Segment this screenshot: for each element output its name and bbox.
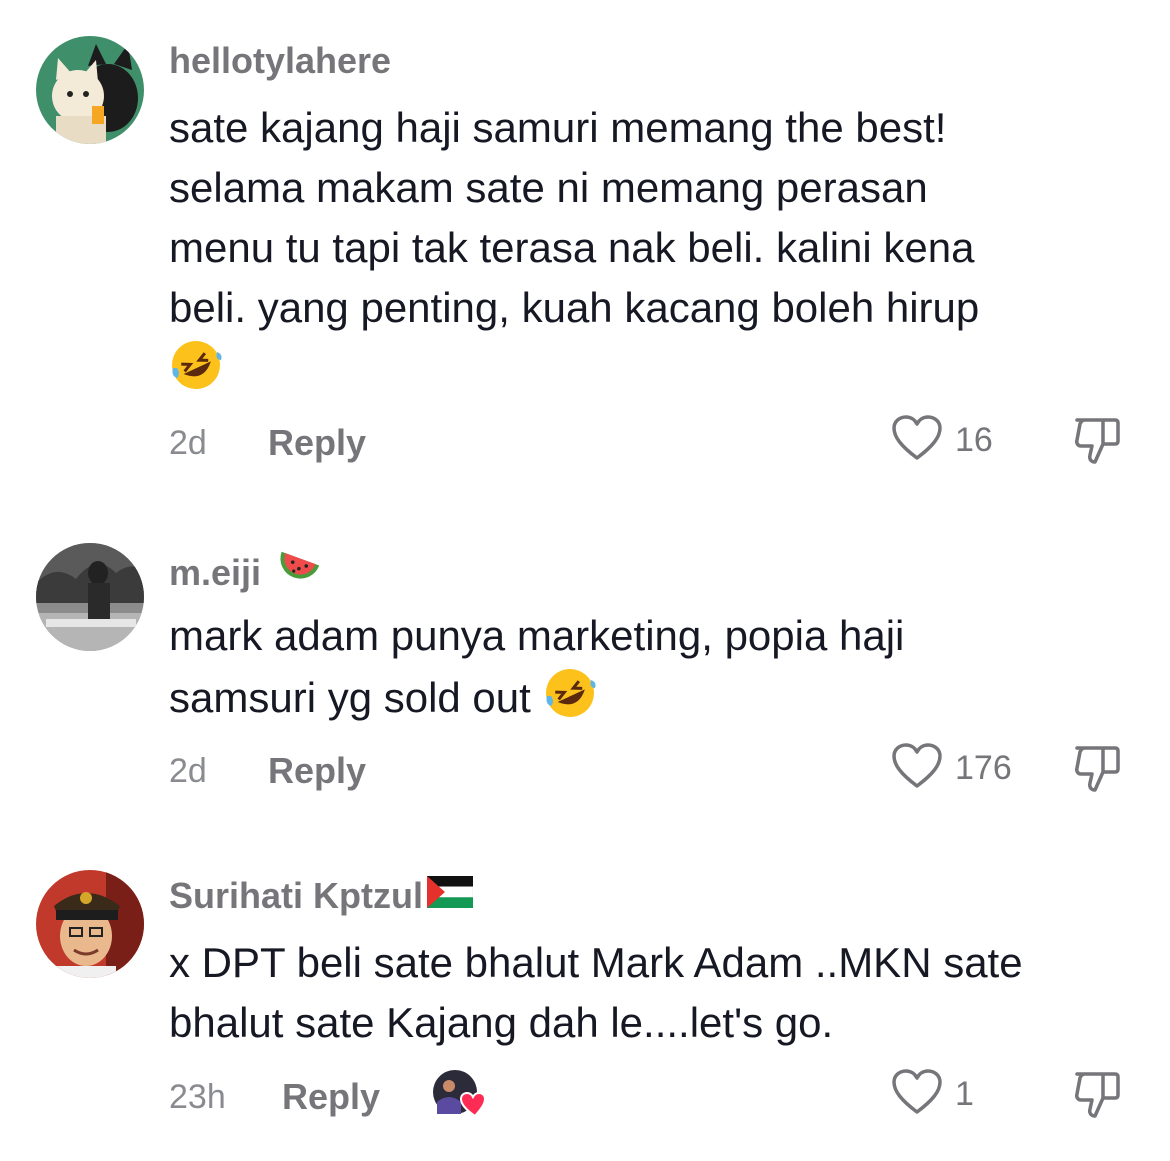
comment-meta: 23h Reply 1 (169, 1068, 1170, 1128)
palestine-flag-icon (426, 875, 474, 917)
comment-text-content: mark adam punya marketing, popia haji sa… (169, 612, 905, 722)
heart-outline-icon[interactable] (891, 414, 943, 467)
comment-text: x DPT beli sate bhalut Mark Adam ..MKN s… (169, 933, 1139, 1053)
thumbs-down-icon[interactable] (1071, 1072, 1123, 1124)
comment-time: 23h (169, 1078, 226, 1116)
thumbs-down-icon[interactable] (1071, 418, 1123, 470)
like-button[interactable]: 176 (891, 742, 1012, 795)
avatar[interactable] (36, 36, 144, 144)
heart-outline-icon[interactable] (891, 1068, 943, 1121)
like-count: 1 (955, 1075, 974, 1113)
like-count: 16 (955, 421, 993, 459)
reply-button[interactable]: Reply (282, 1076, 380, 1118)
avatar[interactable] (36, 870, 144, 978)
comment-text: mark adam punya marketing, popia haji sa… (169, 606, 1139, 736)
avatar[interactable] (36, 543, 144, 651)
dislike-button[interactable] (1071, 414, 1123, 471)
comment-text: sate kajang haji samuri memang the best!… (169, 98, 1139, 408)
creator-liked-icon (431, 1068, 487, 1120)
reply-button[interactable]: Reply (268, 750, 366, 792)
comment-text-content: x DPT beli sate bhalut Mark Adam ..MKN s… (169, 939, 1023, 1046)
reply-button[interactable]: Reply (268, 422, 366, 464)
comment-meta: 2d Reply 16 (169, 414, 1170, 474)
like-count: 176 (955, 749, 1012, 787)
like-button[interactable]: 16 (891, 414, 993, 467)
thumbs-down-icon[interactable] (1071, 746, 1123, 798)
username[interactable]: m.eiji (169, 548, 321, 597)
comment-time: 2d (169, 752, 207, 790)
username-text[interactable]: m.eiji (169, 552, 261, 594)
username[interactable]: Surihati Kptzul (169, 875, 474, 917)
comment-text-content: sate kajang haji samuri memang the best!… (169, 104, 980, 331)
username-text[interactable]: Surihati Kptzul (169, 875, 423, 917)
username[interactable]: hellotylahere (169, 40, 391, 82)
like-button[interactable]: 1 (891, 1068, 974, 1121)
dislike-button[interactable] (1071, 742, 1123, 799)
dislike-button[interactable] (1071, 1068, 1123, 1125)
watermelon-emoji-icon (273, 548, 321, 597)
rolling-laughing-emoji-icon (169, 338, 223, 408)
rolling-laughing-emoji-icon (543, 666, 597, 736)
heart-outline-icon[interactable] (891, 742, 943, 795)
comment-time: 2d (169, 424, 207, 462)
username-text[interactable]: hellotylahere (169, 40, 391, 82)
comment-meta: 2d Reply 176 (169, 742, 1170, 802)
